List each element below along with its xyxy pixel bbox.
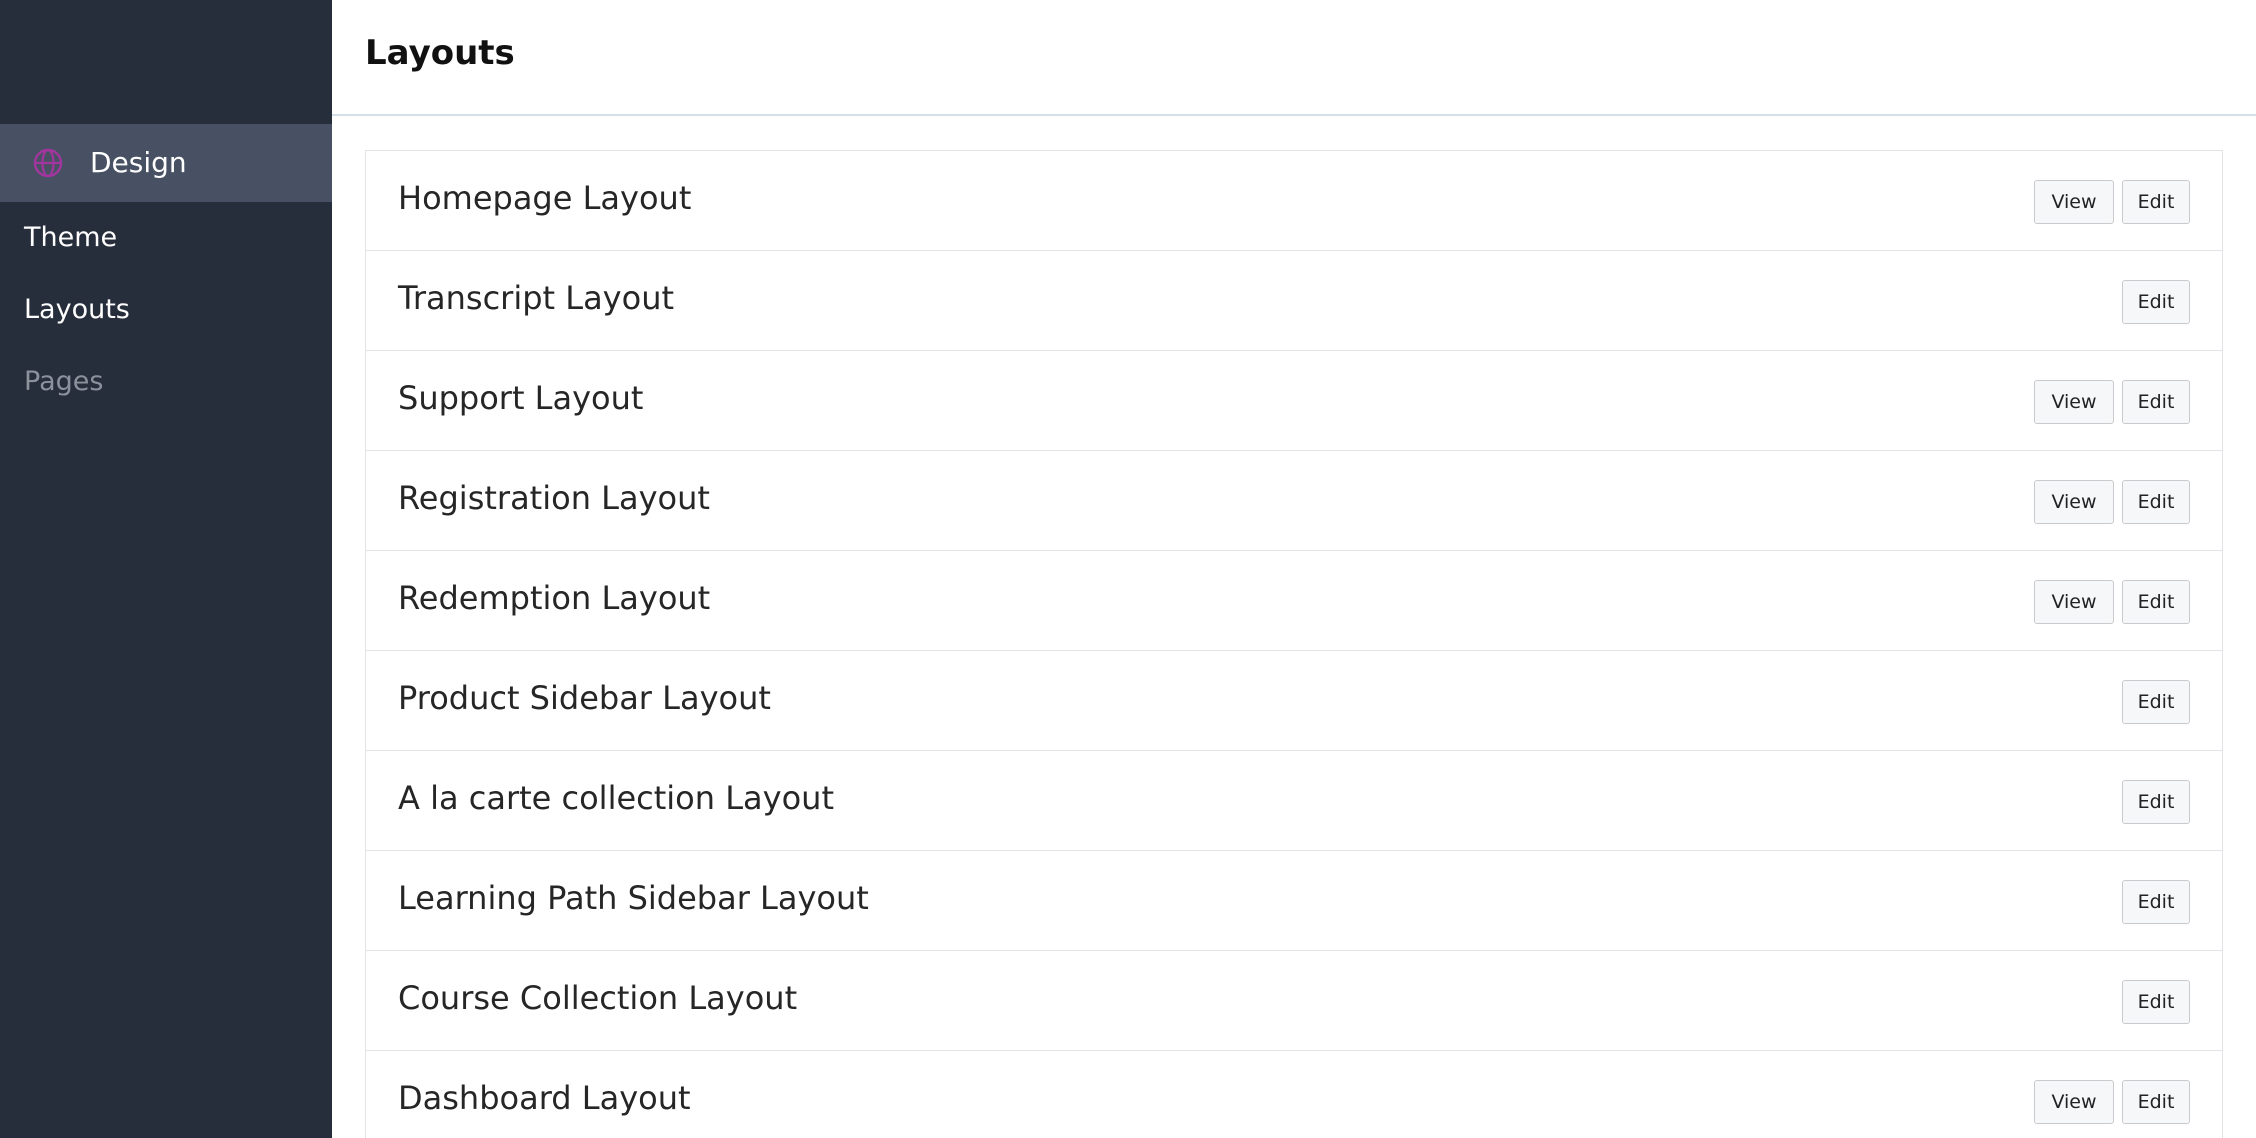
edit-button[interactable]: Edit: [2122, 680, 2190, 724]
layout-row: Support Layout View Edit: [366, 351, 2222, 451]
view-button[interactable]: View: [2034, 380, 2114, 424]
sidebar-item-layouts[interactable]: Layouts: [24, 292, 130, 328]
layout-name: Homepage Layout: [398, 179, 692, 217]
main-content: Layouts Homepage Layout View Edit Transcrip…: [332, 0, 2256, 1138]
edit-button[interactable]: Edit: [2122, 1080, 2190, 1124]
row-actions: Edit: [2122, 680, 2190, 724]
edit-button[interactable]: Edit: [2122, 380, 2190, 424]
edit-button[interactable]: Edit: [2122, 880, 2190, 924]
layout-name: Transcript Layout: [398, 279, 675, 317]
sidebar-item-pages[interactable]: Pages: [24, 364, 103, 400]
layout-row: Learning Path Sidebar Layout Edit: [366, 851, 2222, 951]
edit-button[interactable]: Edit: [2122, 780, 2190, 824]
sidebar-item-design[interactable]: Design: [0, 124, 332, 202]
sidebar-item-label: Design: [90, 146, 187, 179]
layout-name: A la carte collection Layout: [398, 779, 834, 817]
layout-row: Dashboard Layout View Edit: [366, 1051, 2222, 1138]
layout-name: Registration Layout: [398, 479, 710, 517]
layout-row: Product Sidebar Layout Edit: [366, 651, 2222, 751]
layout-name: Dashboard Layout: [398, 1079, 691, 1117]
layout-name: Support Layout: [398, 379, 644, 417]
row-actions: Edit: [2122, 880, 2190, 924]
row-actions: View Edit: [2034, 580, 2190, 624]
view-button[interactable]: View: [2034, 580, 2114, 624]
row-actions: Edit: [2122, 780, 2190, 824]
page-header: Layouts: [332, 0, 2256, 116]
app: Design Theme Layouts Pages Layouts Homep…: [0, 0, 2256, 1138]
layout-name: Course Collection Layout: [398, 979, 798, 1017]
layout-name: Redemption Layout: [398, 579, 711, 617]
layout-name: Product Sidebar Layout: [398, 679, 771, 717]
edit-button[interactable]: Edit: [2122, 280, 2190, 324]
layout-row: Redemption Layout View Edit: [366, 551, 2222, 651]
edit-button[interactable]: Edit: [2122, 180, 2190, 224]
row-actions: View Edit: [2034, 480, 2190, 524]
edit-button[interactable]: Edit: [2122, 580, 2190, 624]
view-button[interactable]: View: [2034, 180, 2114, 224]
row-actions: View Edit: [2034, 380, 2190, 424]
globe-icon: [32, 147, 64, 179]
layout-name: Learning Path Sidebar Layout: [398, 879, 869, 917]
row-actions: View Edit: [2034, 1080, 2190, 1124]
layouts-list: Homepage Layout View Edit Transcript Layout…: [365, 150, 2223, 1138]
layout-row: A la carte collection Layout Edit: [366, 751, 2222, 851]
layout-row: Homepage Layout View Edit: [366, 151, 2222, 251]
view-button[interactable]: View: [2034, 480, 2114, 524]
sidebar: Design Theme Layouts Pages: [0, 0, 332, 1138]
row-actions: View Edit: [2034, 180, 2190, 224]
layout-row: Registration Layout View Edit: [366, 451, 2222, 551]
sidebar-item-theme[interactable]: Theme: [24, 220, 117, 256]
edit-button[interactable]: Edit: [2122, 980, 2190, 1024]
row-actions: Edit: [2122, 980, 2190, 1024]
row-actions: Edit: [2122, 280, 2190, 324]
layout-row: Course Collection Layout Edit: [366, 951, 2222, 1051]
layout-row: Transcript Layout Edit: [366, 251, 2222, 351]
page-title: Layouts: [365, 33, 515, 73]
edit-button[interactable]: Edit: [2122, 480, 2190, 524]
view-button[interactable]: View: [2034, 1080, 2114, 1124]
